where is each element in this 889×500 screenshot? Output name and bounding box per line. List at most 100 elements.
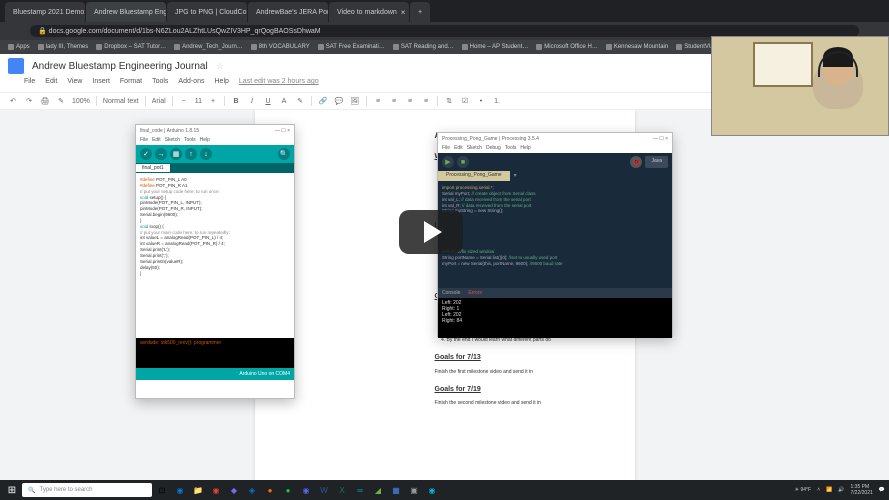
bookmark-item[interactable]: SAT Reading and… (393, 44, 454, 50)
errors-tab[interactable]: Errors (468, 290, 482, 296)
new-icon[interactable]: ▦ (170, 148, 182, 160)
console-tab[interactable]: Console (442, 290, 460, 296)
checklist-icon[interactable]: ☑ (460, 96, 470, 106)
underline-icon[interactable]: U (263, 96, 273, 106)
image-icon[interactable]: 🖼 (350, 96, 360, 106)
undo-icon[interactable]: ↶ (8, 96, 18, 106)
volume-icon[interactable]: 🔊 (838, 487, 844, 493)
menu-addons[interactable]: Add-ons (178, 78, 204, 92)
code-editor[interactable]: import processing.serial.*; Serial myPor… (438, 181, 672, 288)
star-icon[interactable]: ☆ (216, 61, 224, 72)
menu-tools[interactable]: Tools (505, 145, 517, 153)
text-color-icon[interactable]: A (279, 96, 289, 106)
size-dec-icon[interactable]: − (179, 96, 189, 106)
explorer-icon[interactable]: 📁 (190, 482, 206, 498)
tab-dropdown-icon[interactable]: ▾ (510, 171, 521, 181)
menu-tools[interactable]: Tools (152, 78, 168, 92)
print-icon[interactable]: 🖨 (40, 96, 50, 106)
clock[interactable]: 1:35 PM7/22/2021 (851, 484, 873, 496)
number-list-icon[interactable]: 1. (492, 96, 502, 106)
taskbar-search[interactable]: 🔍 Type here to search (22, 483, 152, 497)
zoom-select[interactable]: 100% (72, 98, 90, 105)
app-icon[interactable]: ● (262, 482, 278, 498)
bullet-list-icon[interactable]: • (476, 96, 486, 106)
bookmark-item[interactable]: SAT Free Examinati… (318, 44, 385, 50)
bookmark-item[interactable]: Apps (8, 44, 30, 50)
processing-taskbar-icon[interactable]: ◢ (370, 482, 386, 498)
menu-help[interactable]: Help (215, 78, 229, 92)
menu-insert[interactable]: Insert (92, 78, 110, 92)
app-icon[interactable]: ◉ (424, 482, 440, 498)
app-icon[interactable]: ◆ (226, 482, 242, 498)
menu-tools[interactable]: Tools (184, 137, 196, 145)
serial-monitor-icon[interactable]: 🔍 (278, 148, 290, 160)
code-editor[interactable]: #define POT_PIN_L A0#define POT_PIN_R A1… (136, 173, 294, 338)
line-spacing-icon[interactable]: ⇅ (444, 96, 454, 106)
maximize-icon[interactable]: ☐ (281, 128, 285, 134)
menu-help[interactable]: Help (200, 137, 210, 145)
edge-icon[interactable]: ◉ (172, 482, 188, 498)
menu-edit[interactable]: Edit (152, 137, 161, 145)
new-tab-button[interactable]: + (410, 2, 430, 22)
italic-icon[interactable]: I (247, 96, 257, 106)
style-select[interactable]: Normal text (103, 98, 139, 105)
menu-format[interactable]: Format (120, 78, 142, 92)
document-title[interactable]: Andrew Bluestamp Engineering Journal (32, 61, 208, 72)
debug-icon[interactable]: 🐞 (630, 156, 642, 168)
minimize-icon[interactable]: — (275, 128, 280, 134)
redo-icon[interactable]: ↷ (24, 96, 34, 106)
minimize-icon[interactable]: — (653, 136, 658, 142)
font-size[interactable]: 11 (195, 98, 202, 105)
maximize-icon[interactable]: ☐ (659, 136, 663, 142)
align-center-icon[interactable]: ≡ (389, 96, 399, 106)
menu-edit[interactable]: Edit (45, 78, 57, 92)
close-icon[interactable]: × (665, 136, 668, 142)
docs-taskbar-icon[interactable]: ▦ (388, 482, 404, 498)
arduino-ide-window[interactable]: final_code | Arduino 1.8.15 — ☐ × File E… (135, 124, 295, 399)
word-icon[interactable]: W (316, 482, 332, 498)
weather-widget[interactable]: ☀ 94°F (795, 487, 812, 493)
vscode-icon[interactable]: ◈ (244, 482, 260, 498)
menu-sketch[interactable]: Sketch (165, 137, 180, 145)
open-icon[interactable]: ↑ (185, 148, 197, 160)
menu-sketch[interactable]: Sketch (467, 145, 482, 153)
mode-selector[interactable]: Java (645, 156, 668, 168)
chrome-icon[interactable]: ◉ (208, 482, 224, 498)
menu-file[interactable]: File (140, 137, 148, 145)
highlight-icon[interactable]: ✎ (295, 96, 305, 106)
size-inc-icon[interactable]: + (208, 96, 218, 106)
font-select[interactable]: Arial (152, 98, 166, 105)
spotify-icon[interactable]: ● (280, 482, 296, 498)
align-justify-icon[interactable]: ≡ (421, 96, 431, 106)
align-right-icon[interactable]: ≡ (405, 96, 415, 106)
discord-icon[interactable]: ◉ (298, 482, 314, 498)
notifications-icon[interactable]: 💬 (879, 487, 885, 493)
excel-icon[interactable]: X (334, 482, 350, 498)
sketch-tab[interactable]: final_pot1 (136, 164, 170, 172)
menu-debug[interactable]: Debug (486, 145, 501, 153)
task-view-icon[interactable]: ⊡ (154, 482, 170, 498)
bookmark-item[interactable]: Andrew_Tech_Journ… (174, 44, 243, 50)
run-icon[interactable]: ▶ (442, 156, 454, 168)
align-left-icon[interactable]: ≡ (373, 96, 383, 106)
arduino-taskbar-icon[interactable]: ∞ (352, 482, 368, 498)
wifi-icon[interactable]: 📶 (826, 487, 832, 493)
bookmark-item[interactable]: 8th VOCABULARY (251, 44, 310, 50)
paint-format-icon[interactable]: ✎ (56, 96, 66, 106)
link-icon[interactable]: 🔗 (318, 96, 328, 106)
browser-tab[interactable]: JPG to PNG | CloudConvert× (167, 2, 247, 22)
window-titlebar[interactable]: final_code | Arduino 1.8.15 — ☐ × (136, 125, 294, 137)
bookmark-item[interactable]: Dropbox – SAT Tutor… (96, 44, 166, 50)
browser-tab[interactable]: AndrewBae's JERA Portfolio× (248, 2, 328, 22)
bookmark-item[interactable]: Kennesaw Mountain (606, 44, 668, 50)
bold-icon[interactable]: B (231, 96, 241, 106)
sketch-tab[interactable]: Processing_Pong_Game (438, 171, 510, 181)
stop-icon[interactable]: ■ (457, 156, 469, 168)
window-titlebar[interactable]: Processing_Pong_Game | Processing 3.5.4 … (438, 133, 672, 145)
bookmark-item[interactable]: lady III, Themes (38, 44, 89, 50)
docs-logo-icon[interactable] (8, 58, 24, 74)
menu-help[interactable]: Help (520, 145, 530, 153)
close-icon[interactable]: × (401, 8, 406, 17)
save-icon[interactable]: ↓ (200, 148, 212, 160)
upload-icon[interactable]: → (155, 148, 167, 160)
